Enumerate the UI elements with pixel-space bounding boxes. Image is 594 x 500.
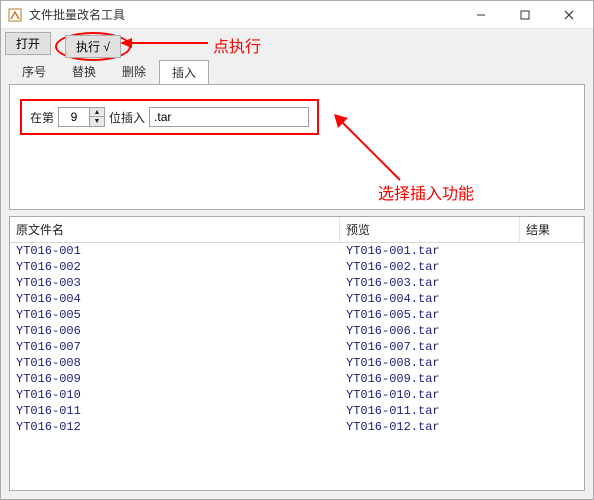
cell-result — [520, 259, 584, 275]
table-row[interactable]: YT016-006YT016-006.tar — [10, 323, 584, 339]
cell-preview: YT016-007.tar — [340, 339, 520, 355]
cell-result — [520, 243, 584, 259]
cell-result — [520, 275, 584, 291]
spinner-down[interactable]: ▼ — [90, 117, 104, 126]
execute-highlight: 执行 √ — [55, 32, 131, 61]
cell-original: YT016-005 — [10, 307, 340, 323]
toolbar: 打开 执行 √ — [1, 29, 593, 57]
position-spinner: ▲ ▼ — [89, 108, 104, 126]
cell-original: YT016-006 — [10, 323, 340, 339]
table-row[interactable]: YT016-004YT016-004.tar — [10, 291, 584, 307]
insert-panel: 在第 ▲ ▼ 位插入 — [9, 84, 585, 210]
table-body[interactable]: YT016-001YT016-001.tarYT016-002YT016-002… — [10, 243, 584, 490]
table-row[interactable]: YT016-010YT016-010.tar — [10, 387, 584, 403]
execute-button[interactable]: 执行 √ — [65, 35, 121, 58]
insert-prefix-label: 在第 — [30, 109, 54, 126]
cell-result — [520, 355, 584, 371]
header-result[interactable]: 结果 — [520, 217, 584, 242]
tab-seq[interactable]: 序号 — [9, 59, 59, 84]
table-row[interactable]: YT016-008YT016-008.tar — [10, 355, 584, 371]
position-field: ▲ ▼ — [58, 107, 105, 127]
file-table: 原文件名 预览 结果 YT016-001YT016-001.tarYT016-0… — [9, 216, 585, 491]
table-row[interactable]: YT016-011YT016-011.tar — [10, 403, 584, 419]
cell-result — [520, 307, 584, 323]
cell-result — [520, 403, 584, 419]
cell-original: YT016-008 — [10, 355, 340, 371]
maximize-button[interactable] — [503, 1, 547, 29]
table-row[interactable]: YT016-005YT016-005.tar — [10, 307, 584, 323]
open-button[interactable]: 打开 — [5, 32, 51, 55]
table-header: 原文件名 预览 结果 — [10, 217, 584, 243]
table-row[interactable]: YT016-003YT016-003.tar — [10, 275, 584, 291]
app-window: 文件批量改名工具 打开 执行 √ 序号 替换 删除 插入 在第 ▲ ▼ 位插入 — [0, 0, 594, 500]
minimize-button[interactable] — [459, 1, 503, 29]
cell-result — [520, 323, 584, 339]
cell-original: YT016-003 — [10, 275, 340, 291]
insert-mid-label: 位插入 — [109, 109, 145, 126]
insert-text-input[interactable] — [149, 107, 309, 127]
cell-preview: YT016-010.tar — [340, 387, 520, 403]
spinner-up[interactable]: ▲ — [90, 108, 104, 117]
tab-replace[interactable]: 替换 — [59, 59, 109, 84]
cell-original: YT016-001 — [10, 243, 340, 259]
cell-preview: YT016-012.tar — [340, 419, 520, 435]
cell-result — [520, 387, 584, 403]
cell-original: YT016-002 — [10, 259, 340, 275]
cell-preview: YT016-001.tar — [340, 243, 520, 259]
titlebar: 文件批量改名工具 — [1, 1, 593, 29]
insert-controls: 在第 ▲ ▼ 位插入 — [20, 99, 319, 135]
tab-insert[interactable]: 插入 — [159, 60, 209, 85]
tab-delete[interactable]: 删除 — [109, 59, 159, 84]
table-row[interactable]: YT016-009YT016-009.tar — [10, 371, 584, 387]
cell-result — [520, 291, 584, 307]
cell-result — [520, 371, 584, 387]
position-input[interactable] — [59, 108, 89, 126]
cell-original: YT016-010 — [10, 387, 340, 403]
table-row[interactable]: YT016-012YT016-012.tar — [10, 419, 584, 435]
cell-preview: YT016-005.tar — [340, 307, 520, 323]
cell-original: YT016-004 — [10, 291, 340, 307]
cell-preview: YT016-004.tar — [340, 291, 520, 307]
cell-result — [520, 339, 584, 355]
table-row[interactable]: YT016-007YT016-007.tar — [10, 339, 584, 355]
cell-original: YT016-007 — [10, 339, 340, 355]
table-row[interactable]: YT016-001YT016-001.tar — [10, 243, 584, 259]
cell-preview: YT016-002.tar — [340, 259, 520, 275]
header-original[interactable]: 原文件名 — [10, 217, 340, 242]
cell-preview: YT016-011.tar — [340, 403, 520, 419]
table-row[interactable]: YT016-002YT016-002.tar — [10, 259, 584, 275]
cell-preview: YT016-009.tar — [340, 371, 520, 387]
tab-bar: 序号 替换 删除 插入 — [1, 57, 593, 84]
cell-original: YT016-011 — [10, 403, 340, 419]
cell-original: YT016-009 — [10, 371, 340, 387]
header-preview[interactable]: 预览 — [340, 217, 520, 242]
cell-preview: YT016-008.tar — [340, 355, 520, 371]
cell-original: YT016-012 — [10, 419, 340, 435]
cell-result — [520, 419, 584, 435]
cell-preview: YT016-006.tar — [340, 323, 520, 339]
app-icon — [7, 7, 23, 23]
window-title: 文件批量改名工具 — [29, 6, 459, 23]
close-button[interactable] — [547, 1, 591, 29]
cell-preview: YT016-003.tar — [340, 275, 520, 291]
